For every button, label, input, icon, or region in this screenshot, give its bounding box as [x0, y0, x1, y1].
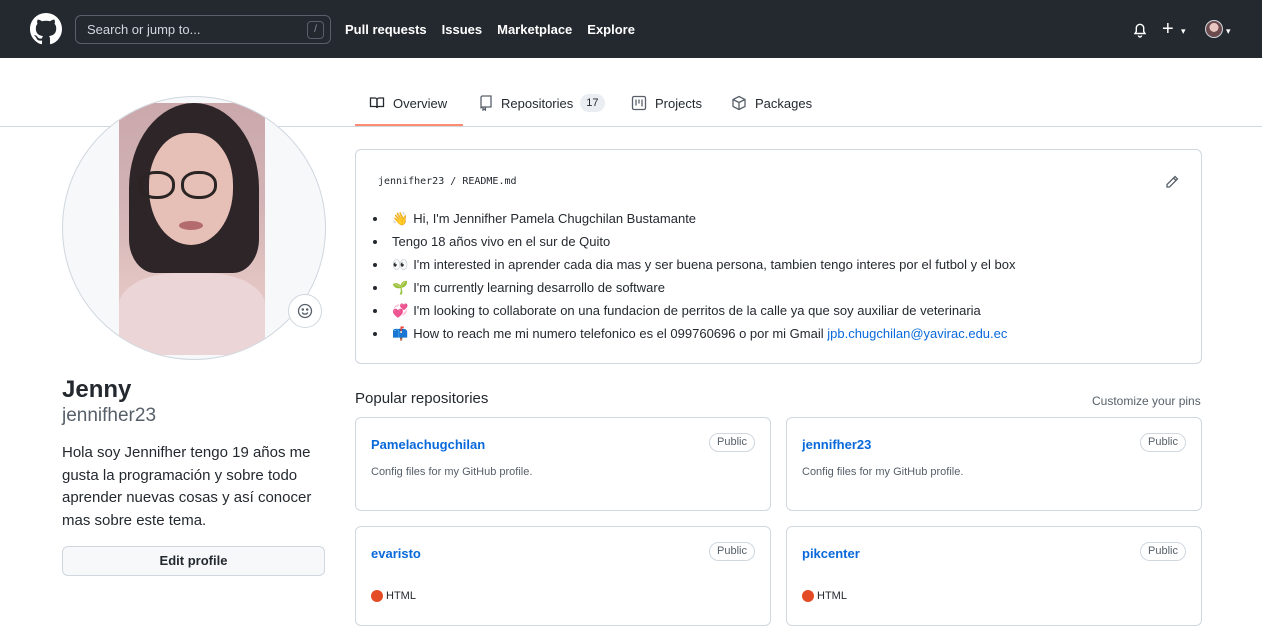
bell-icon[interactable]: [1132, 21, 1148, 38]
visibility-badge: Public: [709, 542, 755, 561]
list-item: 👀 I'm interested in aprender cada dia mas…: [388, 253, 1015, 276]
seedling-icon: 🌱: [392, 280, 409, 295]
tab-projects[interactable]: Projects: [631, 95, 702, 111]
repo-name-link[interactable]: jennifher23: [802, 437, 871, 452]
search-input[interactable]: Search or jump to... /: [75, 15, 331, 44]
readme-item-text: How to reach me mi numero telefonico es …: [413, 326, 828, 341]
search-shortcut-key: /: [307, 21, 324, 39]
nav-marketplace[interactable]: Marketplace: [497, 22, 572, 37]
readme-separator: /: [450, 176, 457, 187]
repo-language: HTML: [802, 590, 847, 602]
list-item: 🌱 I'm currently learning desarrollo de so…: [388, 276, 1015, 299]
user-menu-caret-icon[interactable]: ▾: [1226, 26, 1231, 37]
readme-item-text: I'm looking to collaborate on una fundac…: [413, 303, 981, 318]
repo-language: HTML: [371, 590, 416, 602]
profile-avatar[interactable]: [62, 96, 326, 360]
tab-packages[interactable]: Packages: [731, 95, 812, 111]
repo-name-link[interactable]: evaristo: [371, 546, 421, 561]
repo-description: Config files for my GitHub profile.: [802, 466, 964, 478]
visibility-badge: Public: [709, 433, 755, 452]
readme-item-text: Tengo 18 años vivo en el sur de Quito: [392, 234, 611, 249]
tab-repositories[interactable]: Repositories 17: [479, 94, 605, 112]
repo-name-link[interactable]: Pamelachugchilan: [371, 437, 485, 452]
readme-path: jennifher23 / README.md: [378, 176, 517, 187]
repo-card: evaristo Public HTML: [355, 526, 771, 626]
nav-issues[interactable]: Issues: [442, 22, 482, 37]
visibility-badge: Public: [1140, 433, 1186, 452]
readme-item-text: I'm currently learning desarrollo de sof…: [413, 280, 665, 295]
repo-card: Pamelachugchilan Public Config files for…: [355, 417, 771, 511]
global-nav: Pull requests Issues Marketplace Explore: [345, 0, 650, 58]
search-placeholder: Search or jump to...: [87, 22, 201, 37]
tab-projects-label: Projects: [655, 95, 702, 111]
profile-bio: Hola soy Jennifher tengo 19 años me gust…: [62, 444, 312, 529]
repo-card: jennifher23 Public Config files for my G…: [786, 417, 1202, 511]
profile-photo: [119, 103, 265, 355]
list-item: Tengo 18 años vivo en el sur de Quito: [388, 230, 1015, 253]
repo-name-link[interactable]: pikcenter: [802, 546, 860, 561]
repo-language-label: HTML: [817, 590, 847, 602]
hearts-icon: 💞️: [392, 303, 409, 318]
profile-readme: jennifher23 / README.md 👋 Hi, I'm Jennifh…: [355, 149, 1202, 364]
create-dropdown-caret-icon[interactable]: ▾: [1181, 26, 1186, 37]
tab-packages-label: Packages: [755, 95, 813, 111]
waving-hand-icon: 👋: [392, 211, 409, 226]
tab-overview-label: Overview: [393, 95, 448, 111]
profile-username: jennifher23: [62, 405, 157, 426]
readme-item-text: Hi, I'm Jennifher Pamela Chugchilan Bust…: [413, 211, 697, 226]
language-color-dot: [802, 590, 814, 602]
top-header: Search or jump to... / Pull requests Iss…: [0, 0, 1262, 58]
user-avatar-menu[interactable]: [1205, 20, 1223, 38]
readme-file[interactable]: README.md: [462, 176, 516, 187]
profile-full-name: Jenny: [62, 376, 132, 403]
github-logo-icon[interactable]: [30, 13, 62, 45]
tab-overview[interactable]: Overview: [369, 95, 447, 111]
customize-pins-link[interactable]: Customize your pins: [1092, 394, 1201, 408]
package-icon: [732, 95, 746, 111]
nav-pull-requests[interactable]: Pull requests: [345, 22, 427, 37]
repo-language-label: HTML: [386, 590, 416, 602]
list-item: 👋 Hi, I'm Jennifher Pamela Chugchilan Bus…: [388, 207, 1015, 230]
repo-icon: [480, 95, 492, 111]
visibility-badge: Public: [1140, 542, 1186, 561]
nav-explore[interactable]: Explore: [587, 22, 635, 37]
mailbox-icon: 📫: [392, 326, 409, 341]
repo-description: Config files for my GitHub profile.: [371, 466, 533, 478]
pencil-icon[interactable]: [1164, 174, 1180, 190]
readme-item-text: I'm interested in aprender cada dia mas …: [413, 257, 1016, 272]
smiley-icon: [297, 303, 313, 319]
repo-card: pikcenter Public HTML: [786, 526, 1202, 626]
language-color-dot: [371, 590, 383, 602]
repositories-count-badge: 17: [580, 94, 605, 112]
email-link[interactable]: jpb.chugchilan@yavirac.edu.ec: [827, 326, 1007, 341]
create-new-plus-icon[interactable]: +: [1162, 19, 1174, 39]
list-item: 📫 How to reach me mi numero telefonico es…: [388, 322, 1015, 345]
book-icon: [369, 97, 385, 109]
readme-user[interactable]: jennifher23: [378, 176, 444, 187]
list-item: 💞️ I'm looking to collaborate on una fund…: [388, 299, 1015, 322]
set-status-button[interactable]: [288, 294, 322, 328]
project-icon: [631, 95, 647, 111]
readme-list: 👋 Hi, I'm Jennifher Pamela Chugchilan Bus…: [388, 207, 1015, 345]
eyes-icon: 👀: [392, 257, 409, 272]
edit-profile-button[interactable]: Edit profile: [62, 546, 325, 576]
popular-repositories-heading: Popular repositories: [355, 390, 489, 407]
tab-repositories-label: Repositories: [501, 95, 574, 111]
